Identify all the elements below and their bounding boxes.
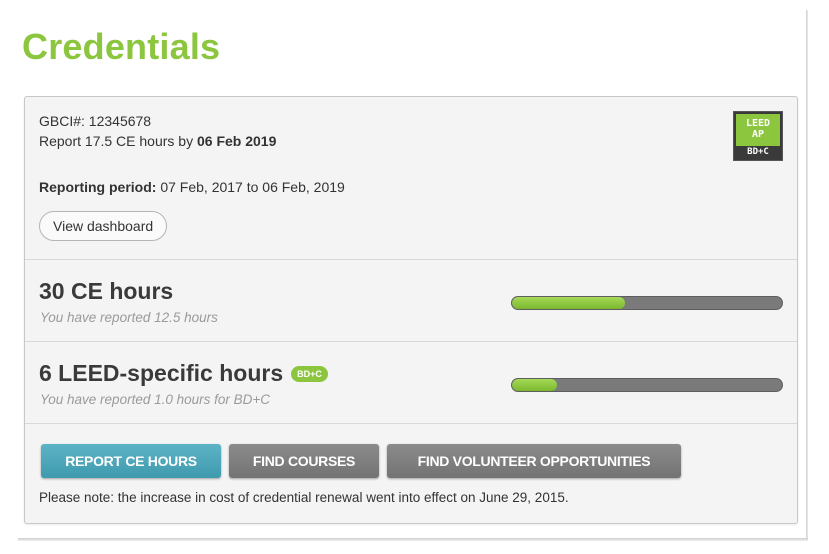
ce-hours-section: 30 CE hours You have reported 12.5 hours	[25, 259, 797, 341]
ce-hours-subtitle: You have reported 12.5 hours	[40, 310, 218, 325]
leed-ap-badge-icon: LEED AP BD+C	[733, 111, 783, 161]
leed-hours-section: 6 LEED-specific hours BD+C You have repor…	[25, 341, 797, 423]
leed-hours-title: 6 LEED-specific hours	[39, 360, 284, 386]
report-deadline: 06 Feb 2019	[196, 133, 277, 149]
leed-badge-line3: BD+C	[747, 147, 769, 157]
gbci-number: 12345678	[88, 113, 152, 129]
leed-hours-progress-fill	[512, 379, 557, 391]
bd-c-tag: BD+C	[291, 366, 328, 382]
reporting-period-label: Reporting period:	[39, 179, 157, 195]
reporting-period-line: Reporting period: 07 Feb, 2017 to 06 Feb…	[39, 179, 345, 195]
ce-hours-progress-bar	[511, 296, 783, 310]
ce-hours-title: 30 CE hours	[39, 278, 174, 304]
leed-hours-subtitle: You have reported 1.0 hours for BD+C	[40, 392, 271, 407]
view-dashboard-button[interactable]: View dashboard	[39, 211, 168, 241]
report-requirement-text: Report 17.5 CE hours by	[39, 133, 194, 149]
leed-badge-line1: LEED	[745, 118, 771, 129]
renewal-cost-note: Please note: the increase in cost of cre…	[39, 490, 569, 505]
report-ce-hours-button[interactable]: REPORT CE HOURS	[41, 444, 221, 478]
leed-badge-line2: AP	[751, 129, 765, 140]
page-title: Credentials	[22, 26, 221, 67]
leed-hours-progress-bar	[511, 378, 783, 392]
gbci-number-line: GBCI#: 12345678	[39, 113, 151, 129]
frame-edge-right	[806, 10, 808, 540]
frame-edge-bottom	[18, 538, 808, 541]
leed-hours-heading: 6 LEED-specific hours BD+C	[39, 360, 328, 387]
leed-badge-top: LEED AP	[736, 114, 780, 146]
credential-info-section: GBCI#: 12345678 Report 17.5 CE hours by …	[25, 97, 797, 259]
gbci-label: GBCI#:	[39, 113, 85, 129]
ce-hours-progress-fill	[512, 297, 625, 309]
reporting-period-value: 07 Feb, 2017 to 06 Feb, 2019	[160, 179, 345, 195]
find-volunteer-opportunities-button[interactable]: FIND VOLUNTEER OPPORTUNITIES	[387, 444, 681, 478]
report-requirement-line: Report 17.5 CE hours by 06 Feb 2019	[39, 133, 276, 149]
find-courses-button[interactable]: FIND COURSES	[229, 444, 379, 478]
actions-section: REPORT CE HOURS FIND COURSES FIND VOLUNT…	[25, 423, 797, 523]
credential-card: GBCI#: 12345678 Report 17.5 CE hours by …	[24, 96, 798, 524]
